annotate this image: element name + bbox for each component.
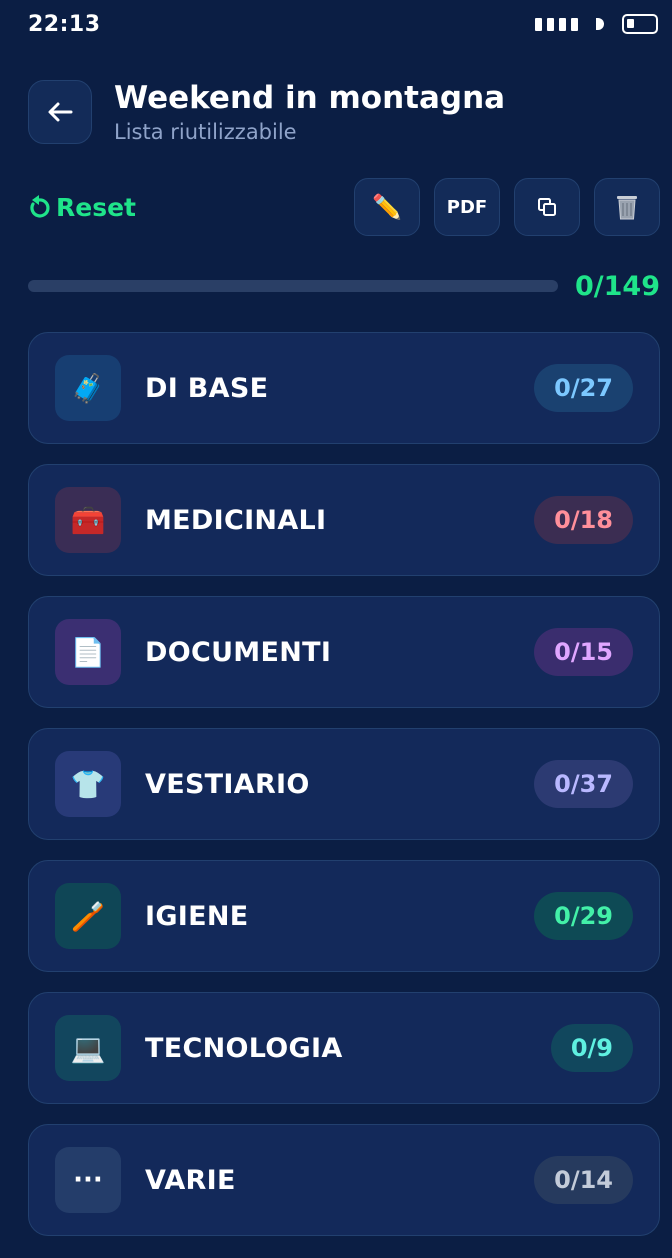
header-titles: Weekend in montagna Lista riutilizzabile (114, 80, 505, 144)
reset-label: Reset (56, 192, 136, 222)
category-name: MEDICINALI (145, 504, 327, 536)
wifi-icon (596, 18, 604, 30)
pencil-icon: ✏️ (372, 193, 402, 221)
status-bar: 22:13 (0, 0, 672, 48)
back-button[interactable] (28, 80, 92, 144)
category-count-badge: 0/14 (534, 1156, 633, 1204)
pdf-button[interactable]: PDF (434, 178, 500, 236)
category-name: DI BASE (145, 372, 269, 404)
more-dots-icon: ··· (55, 1147, 121, 1213)
progress-bar (28, 280, 558, 292)
page-subtitle: Lista riutilizzabile (114, 120, 297, 144)
laptop-icon: 💻 (55, 1015, 121, 1081)
category-count-badge: 0/29 (534, 892, 633, 940)
category-card-di-base[interactable]: 🧳 DI BASE 0/27 (28, 332, 660, 444)
category-count-badge: 0/9 (550, 1024, 633, 1072)
edit-button[interactable]: ✏️ (354, 178, 420, 236)
duplicate-button[interactable] (514, 178, 580, 236)
page-header: Weekend in montagna Lista riutilizzabile (28, 80, 505, 144)
status-time: 22:13 (28, 11, 101, 37)
status-icons (535, 14, 658, 34)
duplicate-icon (538, 198, 556, 216)
signal-icon (535, 17, 578, 31)
tool-buttons: ✏️ PDF (354, 178, 660, 236)
category-count-badge: 0/27 (534, 364, 633, 412)
category-name: TECNOLOGIA (145, 1032, 343, 1064)
page-title: Weekend in montagna (114, 80, 506, 116)
category-card-documenti[interactable]: 📄 DOCUMENTI 0/15 (28, 596, 660, 708)
toothbrush-icon: 🪥 (55, 883, 121, 949)
category-list: 🧳 DI BASE 0/27 🧰 MEDICINALI 0/18 📄 DOCUM… (28, 332, 660, 1256)
category-card-tecnologia[interactable]: 💻 TECNOLOGIA 0/9 (28, 992, 660, 1104)
category-count-badge: 0/37 (534, 760, 633, 808)
category-name: DOCUMENTI (145, 636, 332, 668)
arrow-left-icon (48, 102, 73, 122)
battery-icon (622, 14, 658, 34)
action-toolbar: Reset ✏️ PDF (28, 178, 660, 236)
category-name: IGIENE (145, 900, 249, 932)
category-card-medicinali[interactable]: 🧰 MEDICINALI 0/18 (28, 464, 660, 576)
document-icon: 📄 (55, 619, 121, 685)
category-card-varie[interactable]: ··· VARIE 0/14 (28, 1124, 660, 1236)
toolbox-icon: 🧰 (55, 487, 121, 553)
shirt-icon: 👕 (55, 751, 121, 817)
reset-button[interactable]: Reset (28, 193, 136, 222)
category-card-igiene[interactable]: 🪥 IGIENE 0/29 (28, 860, 660, 972)
category-count-badge: 0/15 (534, 628, 633, 676)
delete-button[interactable] (594, 178, 660, 236)
reset-icon (30, 195, 50, 218)
category-name: VARIE (145, 1164, 236, 1196)
category-card-vestiario[interactable]: 👕 VESTIARIO 0/37 (28, 728, 660, 840)
progress-section: 0/149 (28, 266, 660, 306)
category-name: VESTIARIO (145, 768, 310, 800)
progress-count: 0/149 (574, 270, 660, 302)
category-count-badge: 0/18 (534, 496, 633, 544)
pdf-label: PDF (446, 196, 488, 218)
trash-icon (617, 196, 637, 220)
briefcase-icon: 🧳 (55, 355, 121, 421)
